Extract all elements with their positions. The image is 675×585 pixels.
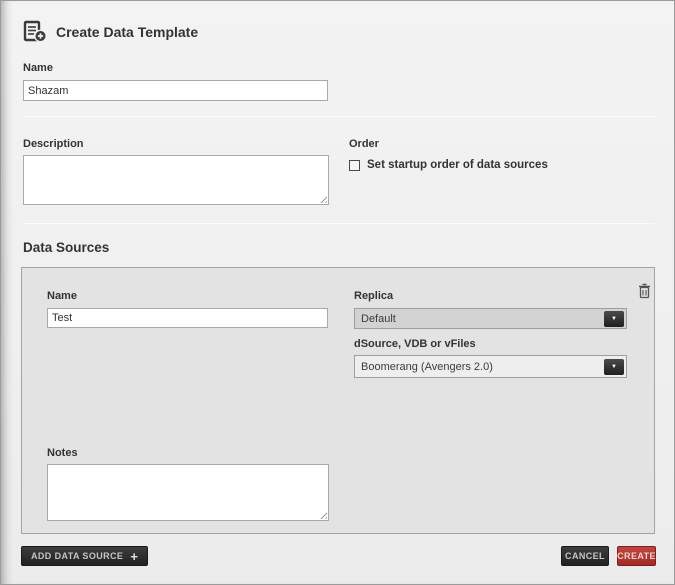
divider [23, 116, 655, 117]
notes-textarea[interactable] [47, 464, 329, 521]
order-checkbox-row[interactable]: Set startup order of data sources [349, 159, 548, 171]
order-checkbox-label: Set startup order of data sources [367, 159, 548, 171]
chevron-down-icon[interactable] [604, 359, 624, 375]
notes-label: Notes [47, 447, 78, 459]
replica-label: Replica [354, 290, 393, 302]
replica-select-value: Default [361, 313, 396, 325]
create-data-template-dialog: Create Data Template Name Description Or… [0, 0, 675, 585]
document-add-icon [23, 20, 48, 43]
description-label: Description [23, 138, 84, 150]
notes-textarea-wrap [47, 464, 329, 521]
name-input[interactable] [23, 80, 328, 101]
data-source-card: Name Replica Default dSource, VDB or vFi… [21, 267, 655, 534]
dsource-label: dSource, VDB or vFiles [354, 338, 476, 350]
page-title: Create Data Template [56, 24, 198, 40]
source-name-input[interactable] [47, 308, 328, 328]
description-textarea[interactable] [23, 155, 329, 205]
order-label: Order [349, 138, 379, 150]
create-button-label: CREATE [617, 551, 656, 561]
order-checkbox[interactable] [349, 160, 360, 171]
add-data-source-button[interactable]: ADD DATA SOURCE [21, 546, 148, 566]
create-button[interactable]: CREATE [617, 546, 656, 566]
data-sources-heading: Data Sources [23, 240, 109, 255]
chevron-down-icon[interactable] [604, 311, 624, 327]
cancel-button[interactable]: CANCEL [561, 546, 609, 566]
source-name-label: Name [47, 290, 77, 302]
dsource-select-value: Boomerang (Avengers 2.0) [361, 361, 493, 373]
divider [23, 223, 655, 224]
dialog-header: Create Data Template [23, 20, 198, 43]
replica-select[interactable]: Default [354, 308, 627, 329]
delete-source-button[interactable] [638, 283, 651, 299]
cancel-button-label: CANCEL [565, 551, 605, 561]
add-data-source-label: ADD DATA SOURCE [31, 551, 123, 561]
plus-icon [130, 550, 138, 563]
name-label: Name [23, 62, 53, 74]
description-textarea-wrap [23, 155, 329, 205]
dsource-select[interactable]: Boomerang (Avengers 2.0) [354, 355, 627, 378]
